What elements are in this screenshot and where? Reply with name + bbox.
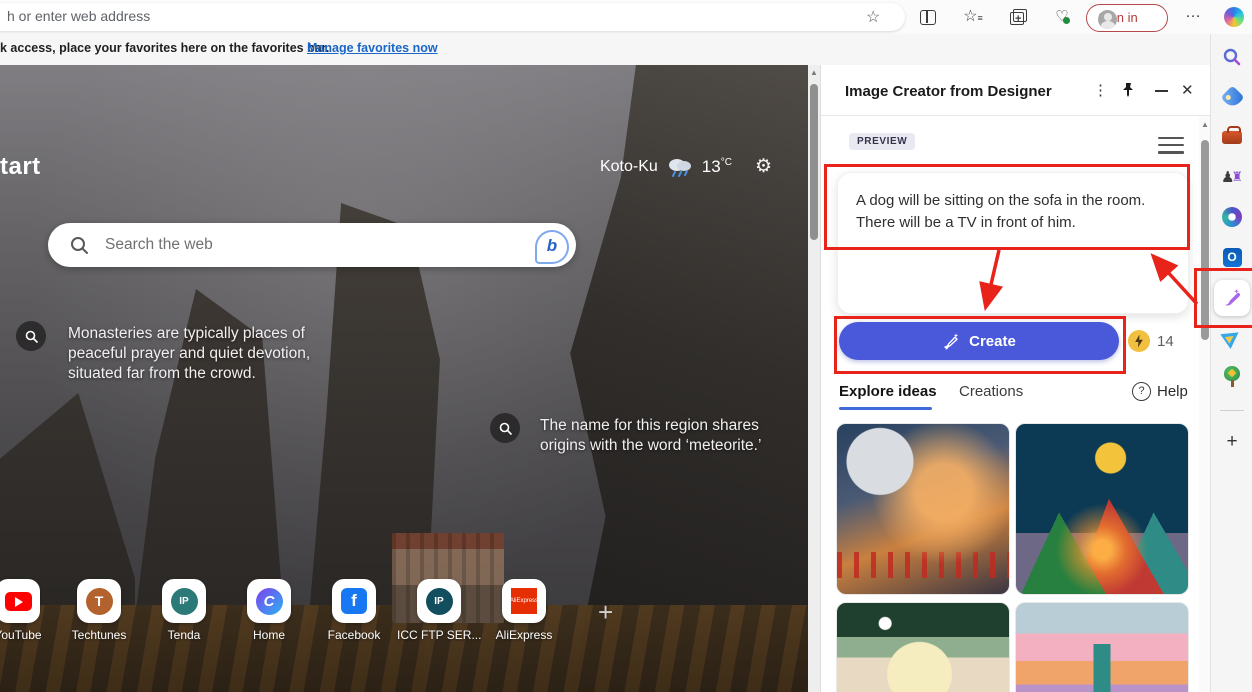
shortcut-youtube[interactable]: YouTube [0, 579, 60, 642]
tab-explore-ideas[interactable]: Explore ideas [839, 383, 937, 400]
prompt-textarea[interactable]: A dog will be sitting on the sofa in the… [837, 172, 1189, 314]
fact-card-2[interactable] [490, 413, 520, 443]
create-button[interactable]: Create [839, 322, 1119, 360]
fact-text-1: Monasteries are typically places of peac… [68, 325, 311, 382]
fact-search-icon [16, 321, 46, 351]
shortcut-aliexpress[interactable]: AliExpress AliExpress [482, 579, 566, 642]
close-icon[interactable]: ✕ [1181, 81, 1194, 99]
address-bar-text[interactable]: h or enter web address [7, 8, 150, 24]
panel-title: Image Creator from Designer [845, 83, 1052, 100]
tenda-icon: IP [162, 579, 206, 623]
favorites-bar-message: k access, place your favorites here on t… [0, 41, 330, 55]
avatar [1098, 10, 1117, 29]
sidebar-add-icon[interactable]: + [1220, 430, 1244, 454]
browser-toolbar: h or enter web address ☆ ☆≡ + ♡ Sign in … [0, 0, 1252, 34]
thumbnail-image-1[interactable] [836, 423, 1010, 595]
techtunes-icon: T [77, 579, 121, 623]
panel-hamburger-icon[interactable] [1158, 137, 1184, 154]
fact-search-icon [490, 413, 520, 443]
browser-essentials-icon[interactable]: ♡ [1051, 7, 1073, 27]
shortcut-home[interactable]: C Home [227, 579, 311, 642]
newtab-page: tart Koto-Ku 13°C ⚙ Search the web b Mon… [0, 65, 808, 692]
minimize-icon[interactable] [1155, 90, 1168, 92]
image-creator-panel: Image Creator from Designer ⋮ ✕ PREVIEW … [820, 65, 1211, 692]
weather-widget[interactable]: Koto-Ku 13°C ⚙ [600, 155, 772, 178]
shortcut-tenda[interactable]: IP Tenda [142, 579, 226, 642]
start-logo-partial[interactable]: tart [0, 153, 41, 181]
weather-temperature: 13°C [701, 156, 732, 176]
preview-badge: PREVIEW [849, 133, 916, 150]
rain-cloud-icon [668, 158, 691, 177]
search-icon [71, 236, 88, 254]
thumbnail-image-4[interactable] [1015, 602, 1189, 692]
facebook-icon: f [332, 579, 376, 623]
youtube-icon [0, 579, 40, 623]
edge-sidebar: ♟ ♜ O + [1210, 34, 1252, 692]
split-screen-icon[interactable] [917, 7, 939, 27]
favorites-icon[interactable]: ☆≡ [962, 7, 984, 27]
favorite-star-icon[interactable]: ☆ [866, 7, 880, 27]
sidebar-divider [1220, 410, 1244, 411]
sidebar-drop-icon[interactable] [1220, 325, 1244, 349]
thumbnail-image-3[interactable] [836, 602, 1010, 692]
lightning-bolt-icon [1135, 334, 1143, 348]
essentials-status-dot [1063, 17, 1070, 24]
fact-card-1[interactable] [16, 321, 46, 351]
bing-chat-icon[interactable]: b [535, 230, 569, 264]
prompt-text: A dog will be sitting on the sofa in the… [856, 192, 1146, 231]
tab-creations[interactable]: Creations [959, 383, 1023, 400]
copilot-icon[interactable] [1224, 7, 1244, 27]
split-screen-frame [920, 10, 936, 25]
sidebar-tree-icon[interactable] [1220, 365, 1244, 389]
shortcut-icc-ftp[interactable]: IP ICC FTP SER... [397, 579, 481, 642]
sign-in-button[interactable]: Sign in [1086, 4, 1168, 32]
manage-favorites-link[interactable]: Manage favorites now [307, 41, 438, 55]
add-shortcut-button[interactable]: + [598, 597, 613, 628]
fact-text-2: The name for this region shares origins … [540, 417, 762, 454]
weather-location: Koto-Ku [599, 157, 658, 175]
collections-icon[interactable]: + [1006, 7, 1028, 27]
search-bar[interactable]: Search the web b [48, 223, 576, 267]
pin-icon[interactable] [1121, 82, 1135, 98]
help-label[interactable]: Help [1157, 383, 1188, 400]
panel-scrollbar-thumb[interactable] [1201, 140, 1209, 340]
sidebar-outlook-icon[interactable]: O [1220, 245, 1244, 269]
sidebar-image-creator-icon[interactable] [1214, 280, 1250, 316]
collections-plus: + [1015, 13, 1022, 25]
shortcut-facebook[interactable]: f Facebook [312, 579, 396, 642]
active-tab-underline [839, 407, 932, 410]
sidebar-games-icon[interactable]: ♟ ♜ [1220, 165, 1244, 189]
split-screen-divider [926, 10, 928, 23]
boost-count: 14 [1157, 333, 1174, 350]
browser-window: h or enter web address ☆ ☆≡ + ♡ Sign in … [0, 0, 1252, 692]
search-placeholder: Search the web [105, 236, 213, 253]
icc-ftp-icon: IP [417, 579, 461, 623]
boost-coin-icon [1128, 330, 1150, 352]
help-icon[interactable]: ? [1132, 382, 1151, 401]
sidebar-tools-icon[interactable] [1220, 125, 1244, 149]
page-settings-gear-icon[interactable]: ⚙ [755, 155, 772, 178]
create-label: Create [969, 332, 1016, 350]
scrollbar-up-arrow[interactable]: ▲ [808, 68, 820, 77]
thumbnail-image-2[interactable] [1015, 423, 1189, 595]
sidebar-microsoft365-icon[interactable] [1220, 205, 1244, 229]
brush-icon [944, 333, 959, 350]
page-scrollbar-thumb[interactable] [810, 84, 818, 240]
more-options-icon[interactable]: … [1182, 3, 1204, 23]
panel-header: Image Creator from Designer ⋮ ✕ [821, 65, 1211, 116]
home-icon: C [247, 579, 291, 623]
sidebar-search-icon[interactable] [1220, 45, 1244, 69]
shortcut-techtunes[interactable]: T Techtunes [57, 579, 141, 642]
aliexpress-icon: AliExpress [502, 579, 546, 623]
panel-menu-icon[interactable]: ⋮ [1093, 81, 1108, 99]
sidebar-shopping-icon[interactable] [1219, 84, 1245, 110]
